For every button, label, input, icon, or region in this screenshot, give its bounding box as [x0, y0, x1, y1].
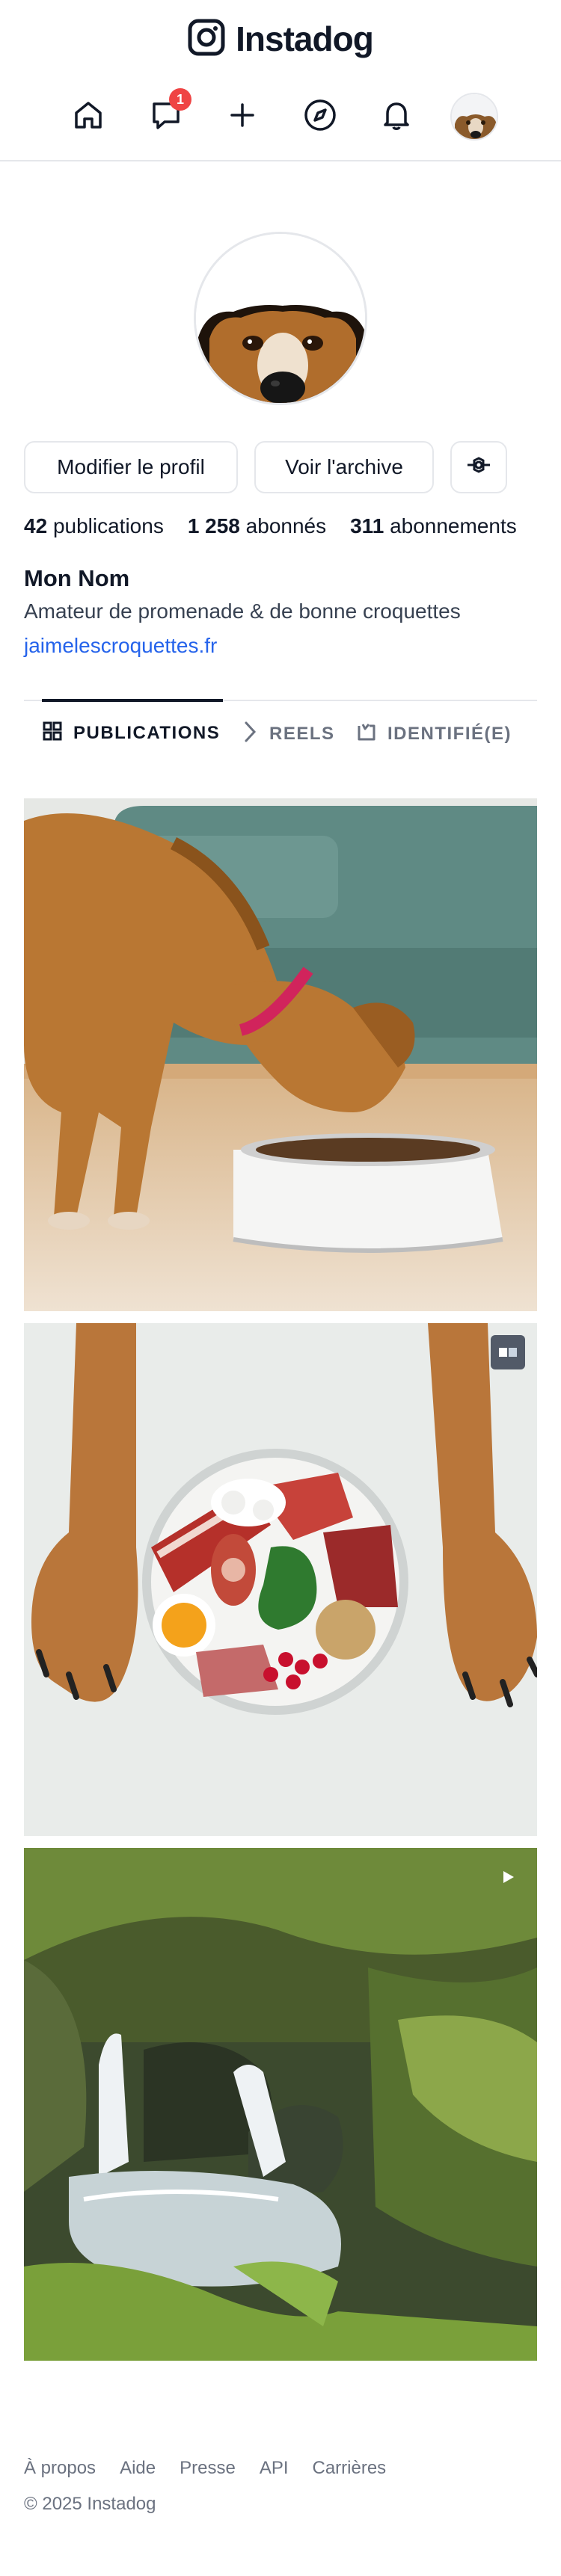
nav-profile[interactable]: [446, 88, 503, 145]
stat-followers[interactable]: 1 258 abonnés: [188, 514, 326, 538]
create-icon: [227, 100, 257, 134]
main-nav: 1: [0, 88, 561, 145]
footer-link-press[interactable]: Presse: [180, 2458, 236, 2479]
nav-create[interactable]: [214, 88, 271, 145]
footer-link-about[interactable]: À propos: [24, 2458, 96, 2479]
profile-tabs: PUBLICATIONS REELS IDENTIFIÉ(E): [24, 699, 537, 767]
nav-explore[interactable]: [292, 88, 349, 145]
footer-link-api[interactable]: API: [260, 2458, 289, 2479]
carousel-icon: [491, 1335, 525, 1369]
home-icon: [72, 99, 105, 135]
tab-publications[interactable]: PUBLICATIONS: [42, 699, 224, 765]
profile-stats: 42 publications 1 258 abonnés 311 abonne…: [24, 514, 517, 538]
top-header: Instadog 1: [0, 0, 561, 161]
profile-name: Mon Nom: [24, 565, 130, 591]
profile-photo[interactable]: [194, 232, 367, 405]
explore-icon: [303, 98, 337, 136]
tag-icon: [356, 721, 377, 748]
post-dog-eating[interactable]: [24, 798, 537, 1311]
profile-actions: Modifier le profil Voir l'archive: [24, 441, 537, 493]
brand[interactable]: Instadog: [0, 16, 561, 61]
view-archive-button[interactable]: Voir l'archive: [254, 441, 434, 493]
copyright: © 2025 Instadog: [24, 2494, 156, 2514]
app-title: Instadog: [236, 19, 374, 58]
video-icon: [491, 1860, 525, 1894]
stat-publications[interactable]: 42 publications: [24, 514, 164, 538]
bell-icon: [380, 99, 413, 135]
nav-home[interactable]: [60, 88, 117, 145]
grid-icon: [42, 721, 63, 747]
nav-messages[interactable]: 1: [138, 88, 194, 145]
footer-link-help[interactable]: Aide: [120, 2458, 156, 2479]
post-raw-food-plate[interactable]: [24, 1323, 537, 1836]
profile-bio: Amateur de promenade & de bonne croquett…: [24, 600, 461, 623]
edit-profile-button[interactable]: Modifier le profil: [24, 441, 238, 493]
avatar: [450, 93, 498, 141]
profile-website-link[interactable]: jaimelescroquettes.fr: [24, 634, 217, 658]
settings-icon: [466, 452, 491, 483]
instagram-logo-icon: [188, 19, 225, 60]
nav-notifications[interactable]: [368, 88, 425, 145]
footer-links: À propos Aide Presse API Carrières: [24, 2458, 386, 2479]
stat-following[interactable]: 311 abonnements: [350, 514, 517, 538]
post-waterfall[interactable]: [24, 1848, 537, 2361]
footer-link-careers[interactable]: Carrières: [313, 2458, 387, 2479]
settings-button[interactable]: [450, 441, 507, 493]
tab-tagged[interactable]: IDENTIFIÉ(E): [356, 701, 512, 767]
tab-reels[interactable]: REELS: [241, 701, 335, 767]
chevron-right-icon: [241, 720, 259, 749]
messages-badge: 1: [169, 88, 191, 111]
